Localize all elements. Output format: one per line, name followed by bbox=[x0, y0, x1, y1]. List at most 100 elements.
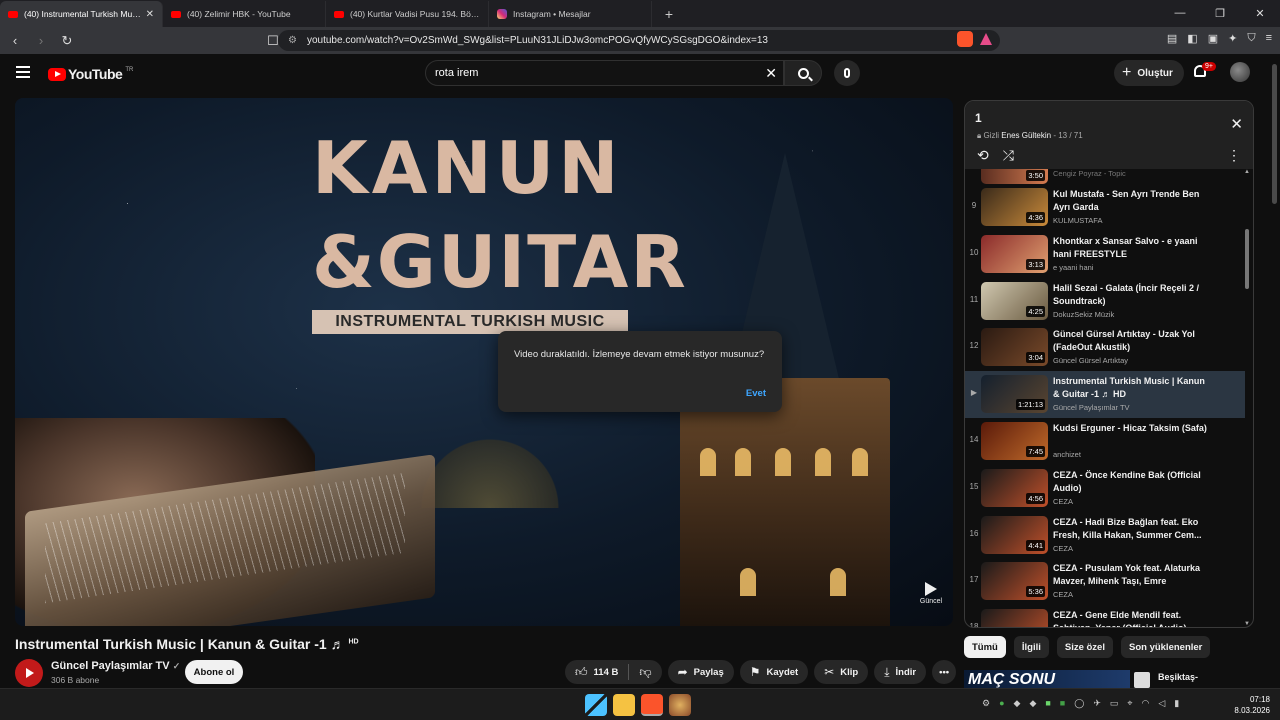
playlist-item-thumbnail: 3:13 bbox=[981, 234, 1048, 273]
filter-chip[interactable]: İlgili bbox=[1013, 636, 1049, 658]
location-icon[interactable]: ⌖ bbox=[1127, 698, 1132, 709]
battery-status-icon[interactable]: ▮ bbox=[1174, 698, 1179, 709]
close-window-button[interactable]: ✕ bbox=[1240, 0, 1280, 26]
close-playlist-icon[interactable]: ✕ bbox=[1230, 115, 1243, 133]
browser-tab[interactable]: Instagram • Mesajlar bbox=[489, 1, 652, 27]
filter-chip[interactable]: Son yüklenenler bbox=[1120, 636, 1211, 658]
youtube-play-icon bbox=[48, 67, 66, 81]
playlist-item-duration: 5:36 bbox=[1026, 586, 1045, 598]
site-settings-icon[interactable]: ⚙ bbox=[288, 35, 297, 46]
new-tab-button[interactable]: + bbox=[656, 1, 682, 27]
tray-icon[interactable]: ■ bbox=[1060, 698, 1065, 709]
recommendation-item[interactable]: MAÇ SONU Beşiktaş- bbox=[964, 670, 1264, 688]
volume-icon[interactable]: ◁ bbox=[1158, 698, 1165, 709]
voice-search-button[interactable] bbox=[834, 60, 860, 86]
playlist-item[interactable]: 17 5:36 CEZA - Pusulam Yok feat. Alaturka … bbox=[965, 558, 1245, 605]
reader-icon[interactable]: ▤ bbox=[1167, 32, 1177, 45]
browser-tab[interactable]: (40) Instrumental Turkish Music ✕ bbox=[0, 1, 163, 27]
scroll-down-arrow-icon[interactable]: ▼ bbox=[1244, 621, 1250, 627]
maximize-button[interactable]: ❐ bbox=[1200, 0, 1240, 26]
youtube-logo[interactable]: YouTube TR bbox=[48, 66, 133, 82]
like-icon[interactable]: 👍︎ bbox=[575, 665, 588, 680]
battery-icon[interactable]: ▭ bbox=[1110, 698, 1119, 709]
taskbar-clock[interactable]: 07:18 8.03.2026 bbox=[1234, 694, 1270, 716]
tray-icon[interactable]: ✈ bbox=[1093, 698, 1101, 709]
reload-button[interactable]: ↻ bbox=[56, 30, 78, 52]
tower-window bbox=[830, 568, 846, 596]
tray-icon[interactable]: ⚙ bbox=[982, 698, 990, 709]
playlist-scrollbar-thumb[interactable] bbox=[1245, 229, 1249, 289]
playlist-item[interactable]: 9 4:36 Kul Mustafa - Sen Ayrı Trende Ben A… bbox=[965, 184, 1245, 231]
playlist-owner[interactable]: Enes Gültekin bbox=[1001, 131, 1051, 140]
playlist-title[interactable]: 1 bbox=[975, 111, 982, 125]
browser-tab[interactable]: (40) Zelimir HBK - YouTube bbox=[163, 1, 326, 27]
back-button[interactable]: ‹ bbox=[4, 30, 26, 52]
forward-button[interactable]: › bbox=[30, 30, 52, 52]
tab-list: (40) Instrumental Turkish Music ✕ (40) Zel… bbox=[0, 1, 652, 27]
brave-browser-icon[interactable] bbox=[641, 694, 663, 716]
subscribe-button[interactable]: Abone ol bbox=[185, 660, 243, 684]
dislike-icon[interactable]: 👎︎ bbox=[639, 665, 661, 680]
playlist-scrollbar[interactable]: ▲ ▼ bbox=[1244, 169, 1250, 627]
playlist-item[interactable]: 18 CEZA - Gene Elde Mendil feat. Sahtiyan… bbox=[965, 605, 1245, 627]
playlist-more-icon[interactable]: ⋮ bbox=[1227, 147, 1241, 164]
channel-avatar[interactable] bbox=[15, 659, 43, 687]
playlist-partial-item[interactable]: 3:50 Cengiz Poyraz - Topic bbox=[965, 169, 1245, 184]
file-explorer-icon[interactable] bbox=[613, 694, 635, 716]
brave-rewards-icon[interactable] bbox=[980, 31, 992, 45]
playlist-item[interactable]: 15 4:56 CEZA - Önce Kendine Bak (Official … bbox=[965, 465, 1245, 512]
minimize-button[interactable]: — bbox=[1160, 0, 1200, 26]
youtube-icon bbox=[171, 10, 181, 18]
app-icon[interactable] bbox=[669, 694, 691, 716]
tray-icon[interactable]: ◆ bbox=[1029, 698, 1036, 709]
tray-icon[interactable]: ◆ bbox=[1014, 698, 1021, 709]
playlist-item[interactable]: 12 3:04 Güncel Gürsel Artıktay - Uzak Yol … bbox=[965, 324, 1245, 371]
clear-search-icon[interactable]: ✕ bbox=[765, 65, 777, 82]
vpn-shield-icon[interactable]: ⛉ bbox=[1247, 32, 1255, 45]
playlist-items: 9 4:36 Kul Mustafa - Sen Ayrı Trende Ben A… bbox=[965, 184, 1245, 627]
sidebar-icon[interactable]: ◧ bbox=[1187, 32, 1197, 45]
share-button[interactable]: ➦ Paylaş bbox=[667, 660, 734, 684]
playlist-item[interactable]: 11 4:25 Halil Sezai - Galata (İncir Reçeli… bbox=[965, 278, 1245, 325]
leo-ai-icon[interactable]: ✦ bbox=[1228, 32, 1237, 45]
hamburger-menu-icon[interactable] bbox=[16, 66, 30, 78]
wifi-icon[interactable]: ◠ bbox=[1141, 698, 1149, 709]
playlist-item[interactable]: 10 3:13 Khontkar x Sansar Salvo - e yaani … bbox=[965, 231, 1245, 278]
search-input[interactable]: rota irem ✕ bbox=[425, 60, 784, 86]
more-actions-button[interactable]: ••• bbox=[932, 660, 957, 684]
shuffle-icon[interactable]: ⤮ bbox=[1003, 147, 1014, 164]
windows-start-icon[interactable] bbox=[585, 694, 607, 716]
page-scrollbar[interactable] bbox=[1270, 56, 1280, 688]
brave-shields-icon[interactable] bbox=[957, 31, 973, 47]
like-count[interactable]: 114 B bbox=[594, 667, 619, 678]
playlist-item[interactable]: 16 4:41 CEZA - Hadi Bize Bağlan feat. Eko … bbox=[965, 512, 1245, 559]
save-button[interactable]: ⚑ Kaydet bbox=[739, 660, 809, 684]
account-avatar[interactable] bbox=[1230, 62, 1250, 82]
url-field[interactable]: ⚙ youtube.com/watch?v=Ov2SmWd_SWg&list=P… bbox=[278, 30, 1000, 51]
scroll-up-arrow-icon[interactable]: ▲ bbox=[1244, 169, 1250, 175]
channel-watermark[interactable]: Güncel bbox=[917, 582, 945, 610]
browser-tab[interactable]: (40) Kurtlar Vadisi Pusu 194. Bölüm - bbox=[326, 1, 489, 27]
menu-icon[interactable]: ≡ bbox=[1266, 32, 1272, 45]
close-tab-icon[interactable]: ✕ bbox=[146, 9, 154, 20]
page-scrollbar-thumb[interactable] bbox=[1272, 64, 1277, 204]
dialog-yes-button[interactable]: Evet bbox=[746, 388, 766, 399]
playlist-item[interactable]: ▶ 1:21:13 Instrumental Turkish Music | Kan… bbox=[965, 371, 1245, 418]
filter-chip[interactable]: Tümü bbox=[964, 636, 1006, 658]
download-button[interactable]: ⤓ İndir bbox=[874, 660, 927, 684]
loop-icon[interactable]: ⟲ bbox=[977, 147, 989, 164]
video-player[interactable]: KANUN &GUITAR INSTRUMENTAL TURKISH MUSIC… bbox=[15, 98, 953, 626]
search-button[interactable] bbox=[784, 60, 822, 86]
channel-name[interactable]: Güncel Paylaşımlar TV ✓ bbox=[51, 660, 180, 672]
wallet-icon[interactable]: ▣ bbox=[1208, 32, 1218, 45]
tray-icon[interactable]: ■ bbox=[1045, 698, 1050, 709]
playlist-item[interactable]: 14 7:45 Kudsi Erguner - Hicaz Taksim (Safa… bbox=[965, 418, 1245, 465]
video-title: Instrumental Turkish Music | Kanun & Gui… bbox=[15, 636, 359, 652]
tray-icon[interactable]: ● bbox=[999, 698, 1004, 709]
create-button[interactable]: + Oluştur bbox=[1114, 60, 1184, 86]
clip-button[interactable]: ✂ Klip bbox=[814, 660, 869, 684]
filter-chip[interactable]: Size özel bbox=[1056, 636, 1113, 658]
windows-taskbar: ⚙ ● ◆ ◆ ■ ■ ◯ ✈ ▭ ⌖ ◠ ◁ ▮ 07:18 8.03.202… bbox=[0, 688, 1280, 720]
playlist-item-author: KULMUSTAFA bbox=[1053, 216, 1103, 225]
tray-icon[interactable]: ◯ bbox=[1074, 698, 1084, 709]
